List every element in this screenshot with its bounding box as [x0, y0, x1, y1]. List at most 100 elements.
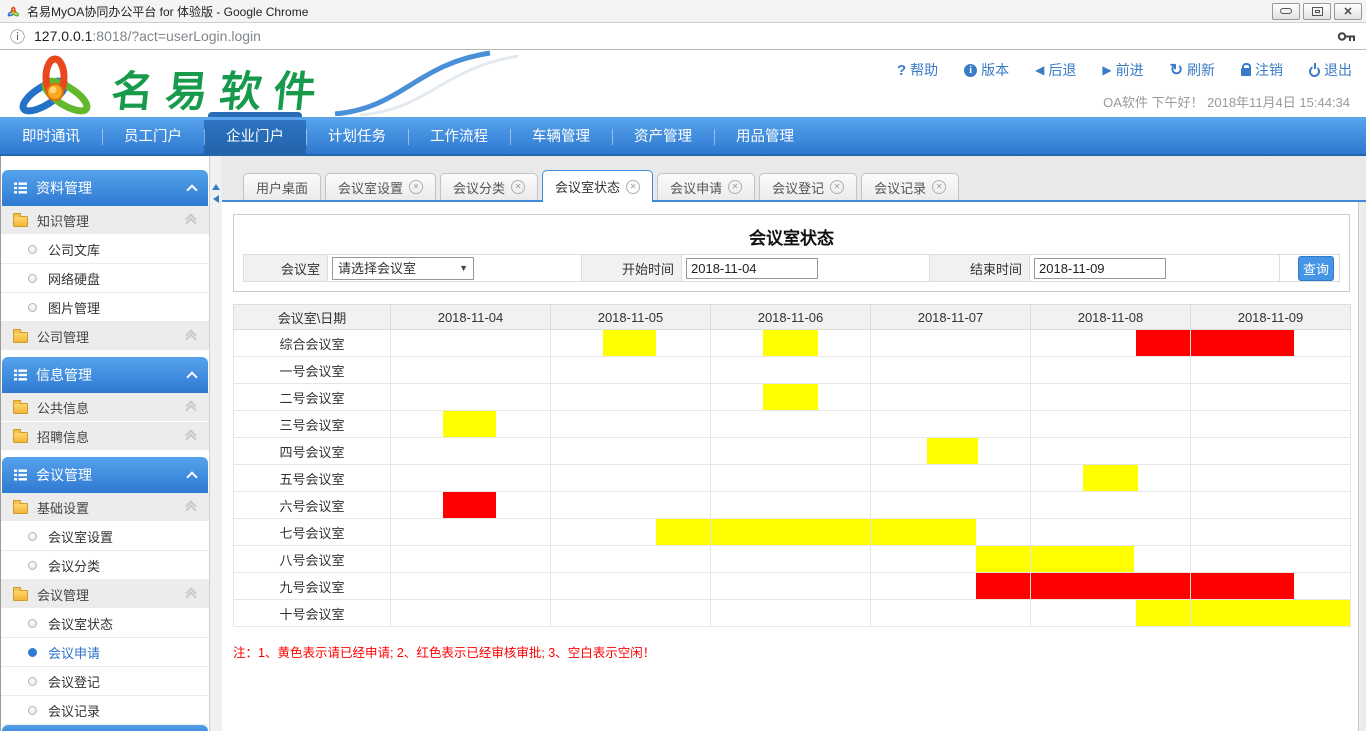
booking-block-applied: [443, 411, 495, 437]
browser-urlbar[interactable]: 127.0.0.1:8018/?act=userLogin.login: [0, 22, 1366, 50]
sidebar-folder[interactable]: 会议管理: [1, 580, 209, 609]
header-link-info[interactable]: 版本: [964, 60, 1009, 80]
header-link-power[interactable]: 退出: [1309, 60, 1352, 80]
url-text[interactable]: 127.0.0.1:8018/?act=userLogin.login: [34, 28, 1337, 44]
nav-item-4[interactable]: 工作流程: [408, 120, 510, 154]
tab-6[interactable]: 会议记录: [861, 173, 959, 200]
tab-bar: 用户桌面会议室设置会议分类会议室状态 会议申请会议登记会议记录: [222, 170, 1366, 202]
nav-item-7[interactable]: 用品管理: [714, 120, 816, 154]
day-cell: [1031, 600, 1191, 627]
tab-3[interactable]: 会议室状态: [542, 170, 653, 202]
date-column-header: 2018-11-09: [1191, 305, 1351, 330]
day-cell: [1191, 573, 1351, 600]
sidebar-item[interactable]: 会议室状态: [1, 609, 209, 638]
header-link-refresh[interactable]: 刷新: [1170, 60, 1215, 80]
header-link-lock[interactable]: 注销: [1241, 60, 1283, 80]
collapse-left-icon[interactable]: [213, 195, 219, 203]
day-cell: [1031, 519, 1191, 546]
tab-1[interactable]: 会议室设置: [325, 173, 436, 200]
tab-close-icon[interactable]: [511, 180, 525, 194]
folder-icon: [13, 332, 28, 343]
day-cell: [1031, 573, 1191, 600]
day-cell: [1031, 384, 1191, 411]
day-cell: [391, 519, 551, 546]
sidebar-item[interactable]: 会议分类: [1, 551, 209, 580]
sidebar-group[interactable]: 会议管理: [2, 457, 208, 493]
sidebar-item-label: 网络硬盘: [48, 269, 100, 288]
header-link-label: 前进: [1116, 60, 1144, 80]
tab-close-icon[interactable]: [830, 180, 844, 194]
tab-5[interactable]: 会议登记: [759, 173, 857, 200]
maximize-button[interactable]: [1303, 3, 1331, 20]
header-link-help[interactable]: 帮助: [897, 60, 938, 80]
sidebar-item[interactable]: 会议室设置: [1, 522, 209, 551]
sidebar-folder-label: 公司管理: [37, 327, 185, 346]
booking-block-applied: [976, 546, 1030, 572]
nav-item-0[interactable]: 即时通讯: [0, 120, 102, 154]
minimize-button[interactable]: [1272, 3, 1300, 20]
sidebar-group[interactable]: 信息管理: [2, 357, 208, 393]
day-cell: [711, 357, 871, 384]
close-button[interactable]: [1334, 3, 1362, 20]
sidebar-item[interactable]: 图片管理: [1, 293, 209, 322]
sidebar-splitter[interactable]: [210, 156, 222, 731]
date-column-header: 2018-11-05: [551, 305, 711, 330]
day-cell: [1191, 600, 1351, 627]
scroll-up-icon[interactable]: [212, 184, 220, 190]
table-row: 综合会议室: [234, 330, 1351, 357]
sidebar-folder-label: 招聘信息: [37, 427, 185, 446]
day-cell: [871, 438, 1031, 465]
sidebar-item[interactable]: 会议记录: [1, 696, 209, 725]
room-name-cell: 十号会议室: [234, 600, 391, 627]
double-chevron-up-icon: [185, 401, 197, 413]
tab-4[interactable]: 会议申请: [657, 173, 755, 200]
tab-0[interactable]: 用户桌面: [243, 173, 321, 200]
sidebar-folder[interactable]: 公司管理: [1, 322, 209, 351]
folder-icon: [13, 216, 28, 227]
nav-item-3[interactable]: 计划任务: [306, 120, 408, 154]
filter-row: 会议室 请选择会议室 开始时间 结束时间 查询: [243, 254, 1340, 282]
password-key-icon[interactable]: [1337, 31, 1356, 42]
sidebar-folder[interactable]: 知识管理: [1, 206, 209, 235]
nav-item-1[interactable]: 员工门户: [102, 120, 204, 154]
sidebar-item[interactable]: 会议申请: [1, 638, 209, 667]
day-cell: [711, 384, 871, 411]
lock-icon: [1241, 68, 1251, 76]
tab-label: 会议室状态: [555, 177, 620, 196]
end-date-input[interactable]: [1034, 258, 1166, 279]
search-button[interactable]: 查询: [1298, 256, 1334, 281]
page-info-icon[interactable]: [10, 26, 25, 47]
nav-item-5[interactable]: 车辆管理: [510, 120, 612, 154]
refresh-icon: [1170, 60, 1183, 80]
header-link-back[interactable]: 后退: [1035, 60, 1076, 80]
tab-2[interactable]: 会议分类: [440, 173, 538, 200]
forward-icon: [1102, 63, 1111, 77]
sidebar-item[interactable]: 网络硬盘: [1, 264, 209, 293]
tab-close-icon[interactable]: [728, 180, 742, 194]
double-chevron-up-icon: [185, 501, 197, 513]
folder-icon: [13, 590, 28, 601]
tab-close-icon[interactable]: [409, 180, 423, 194]
day-cell: [1031, 438, 1191, 465]
day-cell: [391, 546, 551, 573]
day-cell: [711, 546, 871, 573]
sidebar-item[interactable]: 会议登记: [1, 667, 209, 696]
sidebar-item[interactable]: 公司文库: [1, 235, 209, 264]
start-date-input[interactable]: [686, 258, 818, 279]
day-cell: [1191, 357, 1351, 384]
sidebar-folder-label: 公共信息: [37, 398, 185, 417]
header-link-forward[interactable]: 前进: [1102, 60, 1143, 80]
nav-item-2[interactable]: 企业门户: [204, 120, 306, 154]
help-icon: [897, 62, 906, 79]
scrollbar-gutter[interactable]: [1358, 202, 1366, 731]
sidebar-group[interactable]: 资料管理: [2, 170, 208, 206]
sidebar-folder[interactable]: 招聘信息: [1, 422, 209, 451]
table-row: 二号会议室: [234, 384, 1351, 411]
sidebar-folder[interactable]: 基础设置: [1, 493, 209, 522]
nav-item-6[interactable]: 资产管理: [612, 120, 714, 154]
tab-close-icon[interactable]: [932, 180, 946, 194]
room-select[interactable]: 请选择会议室: [332, 257, 474, 280]
tab-close-icon[interactable]: [626, 180, 640, 194]
sidebar-folder[interactable]: 公共信息: [1, 393, 209, 422]
day-cell: [551, 465, 711, 492]
